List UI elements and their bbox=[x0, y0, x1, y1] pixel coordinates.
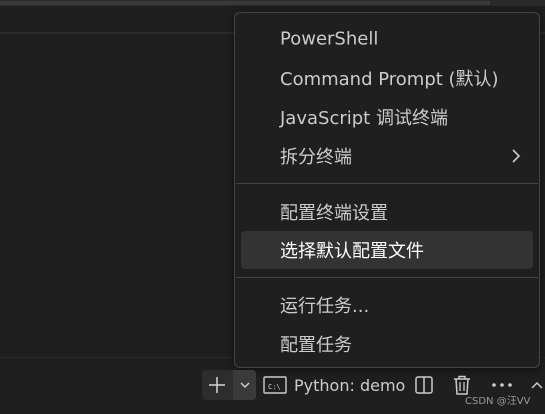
menu-item-label: 选择默认配置文件 bbox=[280, 241, 424, 262]
menu-item-split-terminal[interactable]: 拆分终端 bbox=[241, 137, 533, 175]
menu-item-run-task[interactable]: 运行任务... bbox=[241, 286, 533, 324]
menu-item-label: 配置任务 bbox=[280, 335, 352, 356]
menu-item-label: 配置终端设置 bbox=[280, 203, 388, 224]
chevron-up-icon bbox=[531, 381, 543, 389]
watermark: CSDN @汪VV bbox=[465, 396, 531, 407]
new-terminal-button-group bbox=[202, 370, 256, 400]
terminal-icon: C:\ bbox=[263, 376, 287, 394]
terminal-dropdown-menu: PowerShell Command Prompt (默认) JavaScrip… bbox=[234, 12, 540, 368]
chevron-right-icon bbox=[512, 149, 521, 163]
chevron-down-icon bbox=[239, 382, 250, 389]
plus-icon bbox=[209, 377, 225, 393]
scrollbar-thumb[interactable] bbox=[0, 1, 490, 5]
terminal-panel-toolbar: C:\ Python: demo bbox=[0, 358, 545, 414]
launch-profile-dropdown-button[interactable] bbox=[233, 370, 256, 400]
menu-separator bbox=[236, 277, 538, 278]
menu-separator bbox=[236, 183, 538, 184]
active-terminal-name: Python: demo bbox=[294, 375, 406, 395]
menu-item-powershell[interactable]: PowerShell bbox=[241, 20, 533, 58]
menu-item-command-prompt[interactable]: Command Prompt (默认) bbox=[241, 59, 533, 97]
menu-item-javascript-debug-terminal[interactable]: JavaScript 调试终端 bbox=[241, 98, 533, 136]
horizontal-scrollbar[interactable] bbox=[0, 0, 545, 6]
menu-item-label: Command Prompt (默认) bbox=[280, 69, 499, 90]
new-terminal-button[interactable] bbox=[202, 370, 232, 400]
menu-item-label: PowerShell bbox=[280, 28, 379, 50]
vscode-terminal-panel: PowerShell Command Prompt (默认) JavaScrip… bbox=[0, 0, 545, 414]
menu-item-configure-terminal-settings[interactable]: 配置终端设置 bbox=[241, 193, 533, 231]
menu-item-select-default-profile[interactable]: 选择默认配置文件 bbox=[241, 231, 533, 269]
active-terminal-selector[interactable]: C:\ Python: demo bbox=[263, 370, 405, 400]
svg-text:C:\: C:\ bbox=[268, 383, 281, 391]
menu-item-label: JavaScript 调试终端 bbox=[280, 108, 448, 129]
more-icon bbox=[492, 383, 512, 387]
menu-item-label: 拆分终端 bbox=[280, 147, 352, 168]
menu-item-label: 运行任务... bbox=[280, 296, 370, 317]
maximize-panel-button[interactable] bbox=[529, 370, 545, 400]
split-terminal-button[interactable] bbox=[412, 370, 436, 400]
split-icon bbox=[415, 376, 433, 394]
